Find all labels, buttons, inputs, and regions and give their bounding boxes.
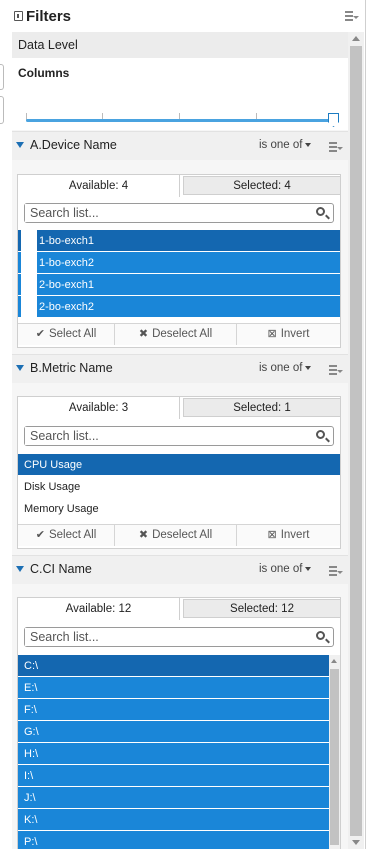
section-menu-icon[interactable] [329, 142, 343, 152]
section-header-metric-name[interactable]: B.Metric Name is one of [12, 354, 348, 383]
list-item[interactable]: 2-bo-exch1 [18, 274, 340, 296]
section-menu-icon[interactable] [329, 566, 343, 576]
list-item[interactable]: Disk Usage [18, 476, 340, 498]
columns-slider-handle[interactable] [328, 113, 339, 127]
section-name: A.Device Name [30, 138, 117, 152]
columns-label: Columns [18, 66, 70, 80]
list-item[interactable]: 1-bo-exch2 [18, 252, 340, 274]
filter-box-device-name: Available: 4 Selected: 4 1-bo-exch1 1-bo… [17, 174, 341, 348]
metric-list: CPU Usage Disk Usage Memory Usage [18, 454, 340, 520]
list-tabs: Available: 4 Selected: 4 [18, 175, 341, 197]
ci-list: C:\ E:\ F:\ G:\ H:\ I:\ J:\ K:\ P:\ [18, 655, 329, 849]
list-item[interactable]: Memory Usage [18, 498, 340, 520]
scroll-down-icon[interactable] [352, 840, 360, 845]
section-header-ci-name[interactable]: C.CI Name is one of [12, 555, 348, 584]
tab-selected[interactable]: Selected: 1 [183, 398, 341, 417]
side-tab-2[interactable] [0, 96, 4, 124]
scroll-up-icon[interactable] [331, 659, 337, 663]
search-icon[interactable] [316, 631, 325, 640]
list-item[interactable]: 1-bo-exch1 [18, 230, 340, 252]
filter-box-ci-name: Available: 12 Selected: 12 C:\ E:\ F:\ G… [17, 597, 341, 849]
list-item[interactable]: 2-bo-exch2 [18, 296, 340, 318]
list-item[interactable]: J:\ [18, 787, 329, 809]
search-icon[interactable] [316, 207, 325, 216]
select-all-button[interactable]: ✔ Select All [18, 525, 115, 546]
search-box [24, 426, 334, 446]
tab-selected[interactable]: Selected: 12 [183, 599, 341, 618]
list-actions: ✔ Select All ✖ Deselect All ⊠ Invert [18, 524, 340, 546]
list-tabs: Available: 12 Selected: 12 [18, 598, 341, 620]
filters-content: Data Level Columns A.Device Name is one … [12, 32, 348, 849]
invert-icon: ⊠ [267, 529, 277, 541]
list-item[interactable]: P:\ [18, 831, 329, 849]
tab-available[interactable]: Available: 4 [18, 175, 180, 197]
select-all-button[interactable]: ✔ Select All [18, 324, 115, 345]
panel-scrollbar[interactable] [348, 32, 364, 849]
tab-available[interactable]: Available: 12 [18, 598, 180, 620]
deselect-all-button[interactable]: ✖ Deselect All [115, 324, 237, 345]
operator-dropdown[interactable]: is one of [259, 362, 312, 374]
close-icon: ✖ [138, 328, 149, 340]
chevron-down-icon [305, 365, 312, 370]
section-header-device-name[interactable]: A.Device Name is one of [12, 131, 348, 160]
scroll-up-icon[interactable] [352, 36, 360, 41]
close-icon: ✖ [138, 529, 149, 541]
search-box [24, 627, 334, 647]
list-scrollbar[interactable] [329, 655, 340, 849]
scroll-thumb[interactable] [350, 46, 362, 836]
search-box [24, 203, 334, 223]
filters-panel: Filters Data Level Columns A.Device Name… [0, 0, 366, 849]
list-actions: ✔ Select All ✖ Deselect All ⊠ Invert [18, 323, 340, 345]
collapse-arrow-icon[interactable] [16, 566, 24, 572]
invert-button[interactable]: ⊠ Invert [237, 324, 340, 345]
invert-button[interactable]: ⊠ Invert [237, 525, 340, 546]
deselect-all-button[interactable]: ✖ Deselect All [115, 525, 237, 546]
bookmark-icon[interactable] [14, 11, 23, 21]
collapse-arrow-icon[interactable] [16, 142, 24, 148]
side-tab-1[interactable] [0, 64, 4, 90]
section-menu-icon[interactable] [329, 365, 343, 375]
list-item[interactable]: G:\ [18, 721, 329, 743]
section-name: C.CI Name [30, 562, 92, 576]
list-item[interactable]: F:\ [18, 699, 329, 721]
list-item[interactable]: H:\ [18, 743, 329, 765]
section-name: B.Metric Name [30, 361, 113, 375]
columns-slider-track[interactable] [26, 119, 334, 122]
tab-selected[interactable]: Selected: 4 [183, 176, 341, 195]
list-item[interactable]: C:\ [18, 655, 329, 677]
data-level-header: Data Level [12, 32, 348, 58]
list-item[interactable]: I:\ [18, 765, 329, 787]
check-icon: ✔ [35, 529, 45, 541]
operator-dropdown[interactable]: is one of [259, 139, 312, 151]
columns-slider-section: Columns [12, 58, 348, 136]
search-icon[interactable] [316, 430, 325, 439]
search-input[interactable] [25, 204, 305, 222]
search-input[interactable] [25, 628, 305, 646]
filter-box-metric-name: Available: 3 Selected: 1 CPU Usage Disk … [17, 396, 341, 549]
invert-icon: ⊠ [267, 328, 277, 340]
chevron-down-icon [305, 566, 312, 571]
tab-available[interactable]: Available: 3 [18, 397, 180, 419]
panel-title: Filters [26, 7, 72, 25]
collapse-arrow-icon[interactable] [16, 365, 24, 371]
list-tabs: Available: 3 Selected: 1 [18, 397, 341, 419]
search-input[interactable] [25, 427, 305, 445]
device-list: 1-bo-exch1 1-bo-exch2 2-bo-exch1 2-bo-ex… [18, 230, 340, 318]
panel-menu-icon[interactable] [345, 11, 359, 21]
scroll-thumb[interactable] [330, 669, 339, 845]
list-item[interactable]: K:\ [18, 809, 329, 831]
list-item[interactable]: CPU Usage [18, 454, 340, 476]
check-icon: ✔ [35, 328, 45, 340]
chevron-down-icon [305, 142, 312, 147]
filters-header: Filters [0, 0, 365, 32]
list-item[interactable]: E:\ [18, 677, 329, 699]
operator-dropdown[interactable]: is one of [259, 563, 312, 575]
